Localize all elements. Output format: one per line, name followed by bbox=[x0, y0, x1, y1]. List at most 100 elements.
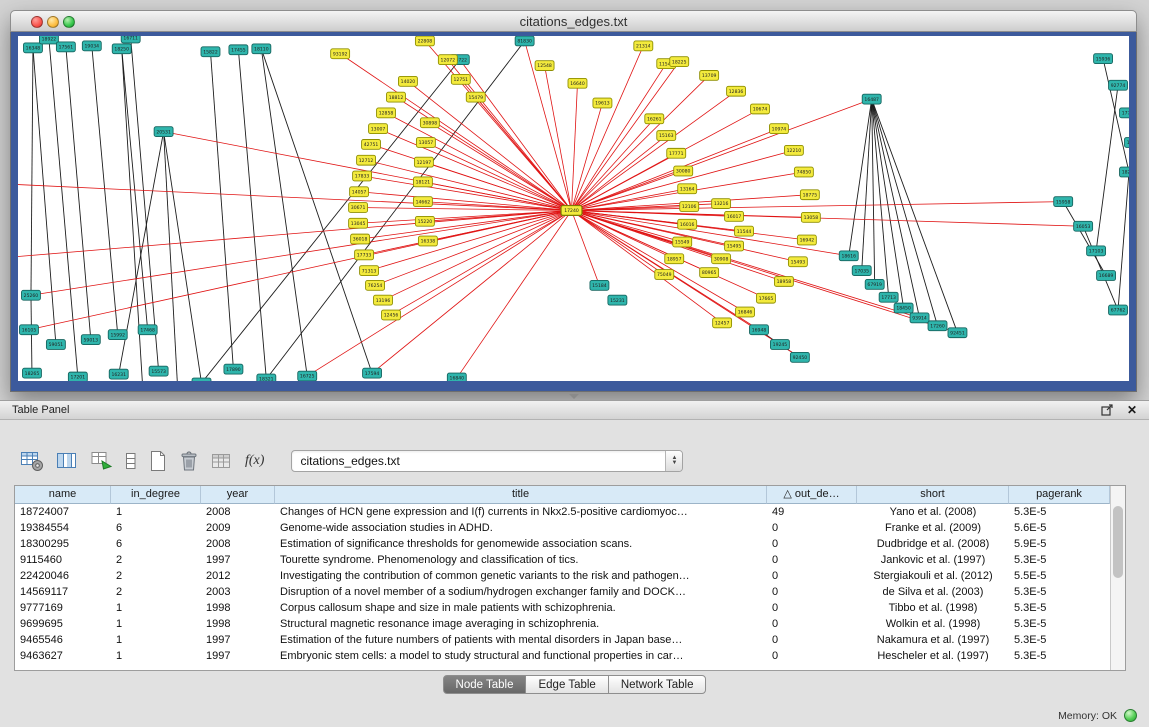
graph-node[interactable]: 42751 bbox=[362, 140, 381, 150]
graph-node[interactable]: 16053 bbox=[1074, 221, 1093, 231]
graph-node[interactable]: 17201 bbox=[68, 372, 87, 381]
panel-grip-icon[interactable] bbox=[569, 394, 579, 399]
graph-node[interactable]: 15936 bbox=[1094, 54, 1113, 64]
graph-node[interactable]: 13007 bbox=[369, 124, 388, 134]
column-header[interactable]: in_degree bbox=[111, 486, 201, 504]
table-row[interactable]: 1830029562008Estimation of significance … bbox=[15, 536, 1125, 552]
graph-node[interactable]: 18812 bbox=[387, 92, 406, 102]
graph-node[interactable]: 12712 bbox=[357, 155, 376, 165]
tab-network-table[interactable]: Network Table bbox=[608, 675, 707, 694]
graph-node[interactable]: 18225 bbox=[670, 57, 689, 67]
graph-node[interactable]: 17594 bbox=[363, 368, 382, 378]
graph-node[interactable]: 18957 bbox=[665, 254, 684, 264]
graph-node[interactable]: 15992 bbox=[108, 330, 127, 340]
graph-node[interactable]: 18616 bbox=[839, 251, 858, 261]
graph-node[interactable]: 16640 bbox=[568, 78, 587, 88]
graph-node[interactable]: 17833 bbox=[353, 171, 372, 181]
graph-node[interactable]: 75049 bbox=[655, 270, 674, 280]
graph-node[interactable]: 25260 bbox=[21, 290, 40, 300]
graph-node[interactable]: 16016 bbox=[678, 219, 697, 229]
graph-node[interactable]: 17713 bbox=[879, 292, 898, 302]
graph-node[interactable]: 92451 bbox=[948, 328, 967, 338]
graph-node[interactable]: 15479 bbox=[466, 92, 485, 102]
graph-node[interactable]: 59013 bbox=[81, 335, 100, 345]
graph-node[interactable]: 92774 bbox=[1109, 80, 1128, 90]
graph-node[interactable]: 18922 bbox=[39, 36, 58, 44]
graph-node[interactable]: 13196 bbox=[374, 295, 393, 305]
graph-node[interactable]: 20531 bbox=[154, 127, 173, 137]
graph-node[interactable]: 12858 bbox=[377, 108, 396, 118]
graph-node[interactable]: 13216 bbox=[712, 199, 731, 209]
graph-node[interactable]: 17561 bbox=[56, 42, 75, 52]
graph-node[interactable]: 16231 bbox=[109, 369, 128, 379]
graph-node[interactable]: 12836 bbox=[727, 86, 746, 96]
graph-node[interactable]: 17103 bbox=[1087, 246, 1106, 256]
graph-node[interactable]: 15231 bbox=[608, 295, 627, 305]
graph-node[interactable]: 16948 bbox=[750, 325, 769, 335]
table-row[interactable]: 977716911998Corpus callosum shape and si… bbox=[15, 600, 1125, 616]
scrollbar-thumb[interactable] bbox=[1113, 506, 1123, 578]
import-table-icon[interactable] bbox=[210, 448, 234, 474]
graph-node[interactable]: 17665 bbox=[757, 293, 776, 303]
graph-node[interactable]: 12456 bbox=[382, 310, 401, 320]
graph-node[interactable]: 13057 bbox=[416, 138, 435, 148]
graph-node[interactable]: 16273 bbox=[1125, 138, 1129, 148]
graph-node[interactable]: 12751 bbox=[451, 74, 470, 84]
graph-node[interactable]: 15822 bbox=[201, 47, 220, 57]
graph-node[interactable]: 16942 bbox=[797, 235, 816, 245]
graph-node[interactable]: 18250 bbox=[112, 44, 131, 54]
graph-node[interactable]: 17733 bbox=[355, 250, 374, 260]
table-row[interactable]: 911546021997Tourette syndrome. Phenomeno… bbox=[15, 552, 1125, 568]
graph-node[interactable]: 17890 bbox=[224, 364, 243, 374]
graph-node[interactable]: 18450 bbox=[894, 303, 913, 313]
citation-network-graph[interactable]: 1634818922175611903418250167111582217455… bbox=[18, 36, 1129, 381]
table-row[interactable]: 1938455462009Genome-wide association stu… bbox=[15, 520, 1125, 536]
graph-node[interactable]: 13164 bbox=[678, 184, 697, 194]
graph-node[interactable]: 30898 bbox=[420, 118, 439, 128]
graph-node[interactable]: 16689 bbox=[1097, 271, 1116, 281]
graph-node[interactable]: 16105 bbox=[19, 325, 38, 335]
graph-node[interactable]: 18265 bbox=[22, 368, 41, 378]
table-selector[interactable]: citations_edges.txt ▲▼ bbox=[291, 450, 683, 472]
graph-node[interactable]: 13045 bbox=[349, 218, 368, 228]
graph-hub-node[interactable]: 17240 bbox=[561, 206, 582, 216]
graph-node[interactable]: 16487 bbox=[862, 94, 881, 104]
graph-node[interactable]: 13709 bbox=[700, 71, 719, 81]
close-window-button[interactable] bbox=[31, 16, 43, 28]
edit-table-icon[interactable] bbox=[90, 448, 114, 474]
graph-node[interactable]: 67919 bbox=[865, 279, 884, 289]
graph-node[interactable]: 59051 bbox=[46, 340, 65, 350]
graph-node[interactable]: 15495 bbox=[725, 241, 744, 251]
graph-node[interactable]: 15220 bbox=[415, 216, 434, 226]
graph-node[interactable]: 19245 bbox=[770, 340, 789, 350]
graph-node[interactable]: 12072 bbox=[438, 55, 457, 65]
graph-node[interactable]: 12548 bbox=[535, 61, 554, 71]
graph-node[interactable]: 16840 bbox=[447, 373, 466, 381]
graph-node[interactable]: 80965 bbox=[700, 268, 719, 278]
graph-node[interactable]: 12197 bbox=[414, 157, 433, 167]
graph-node[interactable]: 15958 bbox=[1054, 197, 1073, 207]
table-row[interactable]: 969969511998Structural magnetic resonanc… bbox=[15, 616, 1125, 632]
zoom-window-button[interactable] bbox=[63, 16, 75, 28]
graph-node[interactable]: 17468 bbox=[138, 325, 157, 335]
graph-node[interactable]: 12106 bbox=[680, 202, 699, 212]
table-scrollbar[interactable] bbox=[1110, 486, 1125, 670]
graph-node[interactable]: 17771 bbox=[667, 148, 686, 158]
table-row[interactable]: 946362711997Embryonic stem cells: a mode… bbox=[15, 648, 1125, 664]
graph-node[interactable]: 17704 bbox=[1120, 108, 1129, 118]
column-header[interactable]: △ out_de… bbox=[767, 486, 857, 504]
graph-node[interactable]: 17455 bbox=[229, 45, 248, 55]
graph-node[interactable]: 16348 bbox=[23, 43, 42, 53]
graph-node[interactable]: 18110 bbox=[252, 44, 271, 54]
graph-node[interactable]: 18775 bbox=[800, 190, 819, 200]
combo-stepper-icon[interactable]: ▲▼ bbox=[665, 451, 682, 471]
graph-node[interactable]: 14020 bbox=[398, 76, 417, 86]
table-settings-icon[interactable] bbox=[20, 448, 44, 474]
rows-icon[interactable] bbox=[125, 448, 137, 474]
graph-node[interactable]: 18958 bbox=[774, 277, 793, 287]
graph-node[interactable]: 17260 bbox=[928, 321, 947, 331]
minimize-window-button[interactable] bbox=[47, 16, 59, 28]
graph-node[interactable]: 92450 bbox=[790, 352, 809, 362]
function-icon[interactable]: f(x) bbox=[245, 448, 264, 474]
graph-node[interactable]: 14662 bbox=[413, 197, 432, 207]
